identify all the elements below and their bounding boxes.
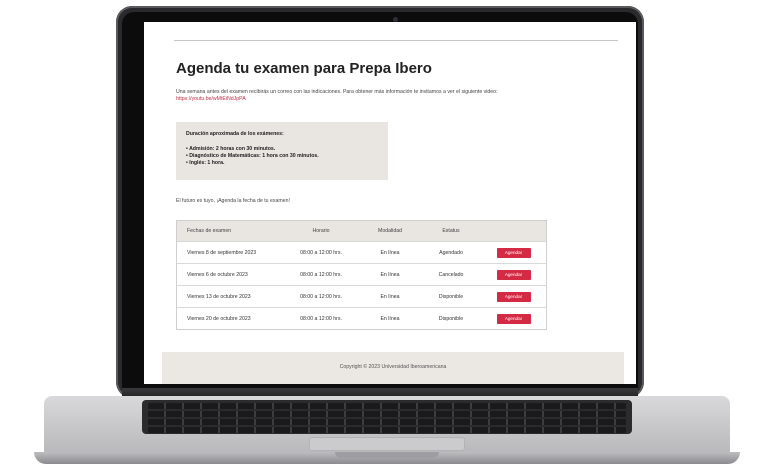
page-title: Agenda tu examen para Prepa Ibero: [176, 60, 432, 77]
agendar-button[interactable]: Agendar: [496, 291, 531, 302]
exam-duration-box: Duración aproximada de los exámenes: • A…: [176, 122, 388, 180]
cell-time: 08:00 a 12:00 hrs.: [300, 315, 342, 322]
cell-mode: En línea: [380, 249, 400, 256]
table-row: Viernes 8 de septiembre 2023 08:00 a 12:…: [177, 241, 546, 263]
footer: Copyright © 2023 Universidad Iberoameric…: [162, 352, 624, 384]
cell-mode: En línea: [380, 271, 400, 278]
header-status: Estatus: [442, 228, 460, 234]
copyright-text: Copyright © 2023 Universidad Iberoameric…: [339, 364, 447, 370]
agendar-button[interactable]: Agendar: [496, 247, 531, 258]
cell-time: 08:00 a 12:00 hrs.: [300, 249, 342, 256]
header-mode: Modalidad: [378, 228, 402, 234]
info-box-heading: Duración aproximada de los exámenes:: [186, 131, 284, 137]
cell-mode: En línea: [380, 293, 400, 300]
duration-item: • Admisión: 2 horas con 30 minutos.: [186, 146, 276, 152]
cell-mode: En línea: [380, 315, 400, 322]
agendar-button[interactable]: Agendar: [496, 313, 531, 324]
table-row: Viernes 6 de octubre 2023 08:00 a 12:00 …: [177, 263, 546, 285]
cell-time: 08:00 a 12:00 hrs.: [300, 293, 342, 300]
duration-list: • Admisión: 2 horas con 30 minutos. • Di…: [186, 146, 319, 167]
laptop-notch: [335, 452, 439, 458]
table-header: Fechas de examen Horario Modalidad Estat…: [177, 221, 546, 241]
header-time: Horario: [312, 228, 330, 234]
screen: Agenda tu examen para Prepa Ibero Una se…: [144, 22, 636, 384]
agendar-button[interactable]: Agendar: [496, 269, 531, 280]
table-row: Viernes 13 de octubre 2023 08:00 a 12:00…: [177, 285, 546, 307]
cell-date: Viernes 20 de octubre 2023: [187, 315, 251, 322]
cell-date: Viernes 13 de octubre 2023: [187, 293, 251, 300]
duration-item: • Diagnóstico de Matemáticas: 1 hora con…: [186, 153, 319, 159]
cell-time: 08:00 a 12:00 hrs.: [300, 271, 342, 278]
cell-status: Cancelado: [438, 271, 464, 278]
cell-status: Agendado: [439, 249, 463, 256]
header-date: Fechas de examen: [187, 228, 232, 234]
intro-text: Una semana antes del examen recibirás un…: [176, 89, 606, 103]
table-row: Viernes 20 de octubre 2023 08:00 a 12:00…: [177, 307, 546, 329]
cta-text: El futuro es tuyo, ¡Agenda la fecha de t…: [176, 198, 290, 204]
keyboard: [142, 400, 632, 434]
exam-schedule-table: Fechas de examen Horario Modalidad Estat…: [176, 220, 547, 330]
divider: [174, 40, 618, 41]
cell-date: Viernes 6 de octubre 2023: [187, 271, 248, 278]
intro-paragraph: Una semana antes del examen recibirás un…: [176, 89, 498, 95]
duration-item: • Inglés: 1 hora.: [186, 160, 225, 166]
cell-status: Disponible: [438, 315, 464, 322]
trackpad: [309, 437, 465, 451]
cell-date: Viernes 8 de septiembre 2023: [187, 249, 257, 256]
video-link[interactable]: https://youtu.be/wMtEiNdJpPA: [176, 96, 606, 103]
cell-status: Disponible: [438, 293, 464, 300]
